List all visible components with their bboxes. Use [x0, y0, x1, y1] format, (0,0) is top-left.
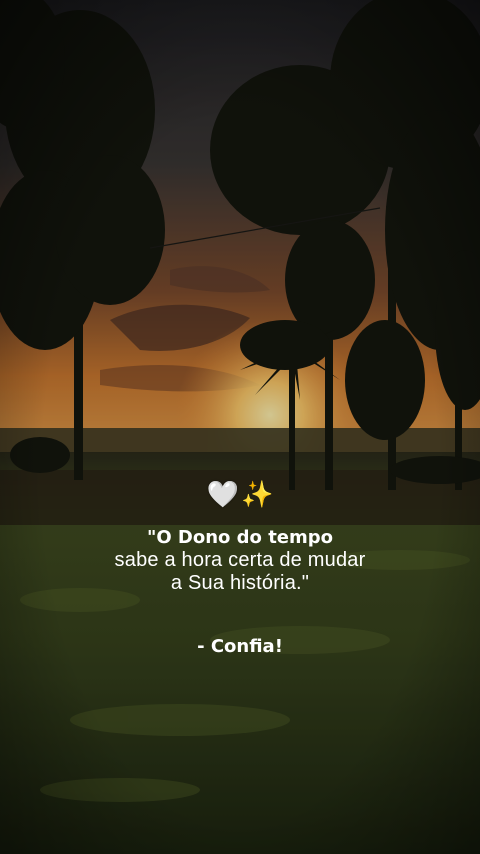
photo-scene: 🤍✨ "O Dono do tempo sabe a hora certa de… [0, 0, 480, 854]
emoji-row: 🤍✨ [0, 478, 480, 512]
white-heart-icon: 🤍 [206, 480, 239, 510]
quote-line-3: a Sua história." [170, 572, 310, 594]
quote-line-1: "O Dono do tempo [146, 527, 334, 548]
quote-signature: - Confia! [197, 636, 283, 657]
quote-line-2: sabe a hora certa de mudar [114, 549, 366, 571]
quote-overlay: 🤍✨ "O Dono do tempo sabe a hora certa de… [0, 478, 480, 657]
sparkles-icon: ✨ [241, 480, 274, 510]
sunset-landscape-image [0, 0, 480, 854]
quote-text: "O Dono do tempo sabe a hora certa de mu… [0, 526, 480, 595]
